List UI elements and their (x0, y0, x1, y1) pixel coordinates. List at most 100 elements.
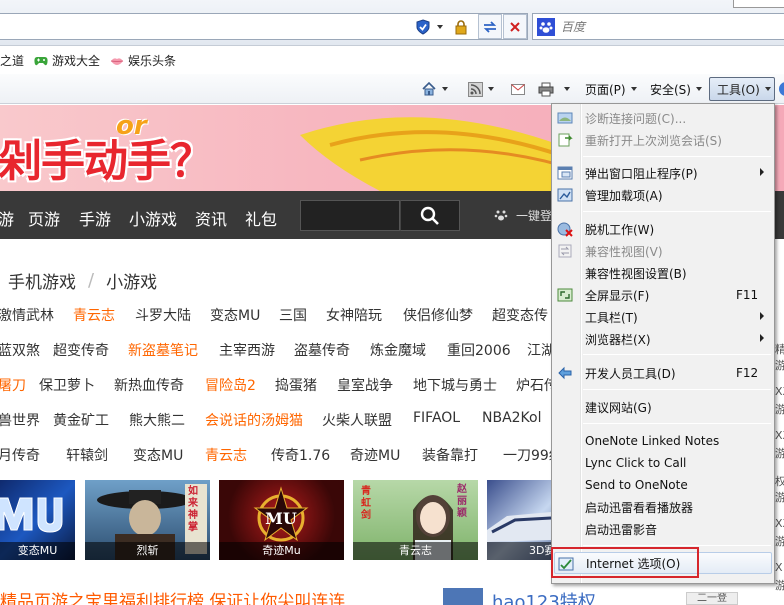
site-search-input[interactable] (300, 200, 400, 231)
game-link[interactable]: 超变态传 (492, 305, 548, 325)
game-thumb[interactable]: MU 奇迹Mu (219, 480, 344, 560)
game-link[interactable]: 皇室战争 (337, 375, 393, 395)
menu-item-lync-call[interactable]: Lync Click to Call (554, 452, 772, 474)
game-link[interactable]: 激情武林 (0, 305, 54, 325)
game-link[interactable]: 轩辕剑 (66, 445, 108, 465)
menu-item-label: 启动迅雷看看播放器 (585, 500, 694, 515)
menu-item-manage-addons[interactable]: 管理加载项(A) (554, 184, 772, 206)
game-link[interactable]: 青云志 (205, 445, 247, 465)
game-link[interactable]: 屠刀 (0, 375, 26, 395)
game-link[interactable]: 装备靠打 (422, 445, 478, 465)
menu-item-xunlei-player[interactable]: 启动迅雷看看播放器 (554, 496, 772, 518)
edge-text: 游 (775, 535, 784, 548)
game-link[interactable]: 炼金魔域 (370, 340, 426, 360)
help-button[interactable] (778, 78, 784, 100)
search-input[interactable]: 百度 (532, 13, 784, 40)
game-link[interactable]: 熊大熊二 (129, 410, 185, 430)
game-link[interactable]: 侠侣修仙梦 (403, 305, 473, 325)
window-close-button[interactable] (733, 0, 784, 8)
game-link[interactable]: FIFAOL (413, 410, 460, 426)
site-search-button[interactable] (400, 200, 460, 231)
hao123-button[interactable]: 二一登 (686, 592, 738, 605)
home-button[interactable] (421, 78, 448, 100)
game-link[interactable]: 捣蛋猪 (275, 375, 317, 395)
lock-icon[interactable] (451, 14, 471, 39)
game-link[interactable]: 会说话的汤姆猫 (205, 410, 303, 430)
menu-item-popup-blocker[interactable]: 弹出窗口阻止程序(P) (554, 162, 772, 184)
game-thumb[interactable]: 变态MU (0, 480, 75, 560)
nav-item[interactable]: 资讯 (195, 206, 227, 230)
nav-item[interactable]: 游 (0, 206, 14, 230)
tab-mini-games[interactable]: 小游戏 (106, 268, 157, 293)
compat-view-icon (558, 244, 572, 258)
game-link[interactable]: 变态MU (133, 445, 183, 465)
mail-button[interactable] (511, 78, 525, 100)
menu-item-label: 启动迅雷影音 (585, 522, 658, 537)
menu-item-compat-view[interactable]: 兼容性视图(V) (554, 240, 772, 262)
chevron-down-icon[interactable] (434, 14, 446, 39)
game-link[interactable]: 超变传奇 (53, 340, 109, 360)
menu-item-suggested-sites[interactable]: 建议网站(G) (554, 396, 772, 418)
menu-item-diagnose[interactable]: 诊断连接问题(C)... (554, 107, 772, 129)
game-link[interactable]: 蓝双煞 (0, 340, 40, 360)
game-link[interactable]: 新热血传奇 (114, 375, 184, 395)
favorite-link[interactable]: 娱乐头条 (110, 52, 176, 69)
game-thumb[interactable]: 如来神掌 烈斩 (85, 480, 210, 560)
favorite-link[interactable]: 游戏大全 (34, 52, 100, 69)
page-menu-button[interactable]: 页面(P) (585, 78, 637, 100)
game-link[interactable]: 传奇1.76 (271, 445, 330, 465)
game-link[interactable]: 奇迹MU (350, 445, 400, 465)
game-thumb[interactable]: 3D赛 (487, 480, 551, 560)
menu-item-reopen-session[interactable]: 重新打开上次浏览会话(S) (554, 129, 772, 151)
game-link[interactable]: 地下城与勇士 (413, 375, 497, 395)
menu-item-developer-tools[interactable]: 开发人员工具(D) F12 (554, 362, 772, 384)
edge-text: 游 (775, 447, 784, 460)
game-link[interactable]: 青云志 (73, 305, 115, 325)
stop-icon[interactable] (503, 14, 527, 39)
game-link[interactable]: 盗墓传奇 (294, 340, 350, 360)
nav-item[interactable]: 页游 (28, 206, 60, 230)
game-link[interactable]: 重回2006 (447, 340, 511, 360)
menu-separator (583, 423, 771, 424)
game-link[interactable]: 月传奇 (0, 445, 40, 465)
game-link[interactable]: 火柴人联盟 (322, 410, 392, 430)
game-link[interactable]: 黄金矿工 (53, 410, 109, 430)
game-link[interactable]: 女神陪玩 (326, 305, 382, 325)
tools-menu-button[interactable]: 工具(O) (709, 77, 775, 101)
menu-item-fullscreen[interactable]: 全屏显示(F) F11 (554, 284, 772, 306)
menu-item-explorer-bars[interactable]: 浏览器栏(X) (554, 328, 772, 350)
game-thumb[interactable]: 青虹剑 赵丽颖 青云志 (353, 480, 478, 560)
shield-icon[interactable] (412, 14, 434, 39)
menu-item-xunlei-video[interactable]: 启动迅雷影音 (554, 518, 772, 540)
print-button[interactable] (538, 78, 570, 100)
game-link[interactable]: 主宰西游 (219, 340, 275, 360)
game-link[interactable]: 变态MU (210, 305, 260, 325)
tools-dropdown-menu: 诊断连接问题(C)... 重新打开上次浏览会话(S) 弹出窗口阻止程序(P) 管… (551, 103, 775, 584)
menu-item-toolbars[interactable]: 工具栏(T) (554, 306, 772, 328)
game-link[interactable]: 新盗墓笔记 (128, 340, 198, 360)
hao123-title[interactable]: hao123特权 (492, 588, 596, 605)
addons-icon (557, 188, 573, 202)
tab-mobile-games[interactable]: 手机游戏 (8, 268, 76, 293)
game-link[interactable]: 三国 (279, 305, 307, 325)
game-link[interactable]: 冒险岛2 (205, 375, 256, 395)
login-link[interactable]: 一键登 (516, 207, 552, 224)
game-link[interactable]: 兽世界 (0, 410, 40, 430)
compat-refresh-icon[interactable] (478, 14, 502, 39)
game-link[interactable]: 保卫萝卜 (39, 375, 95, 395)
nav-item[interactable]: 手游 (79, 206, 111, 230)
game-link[interactable]: 斗罗大陆 (135, 305, 191, 325)
promo-headline[interactable]: 精品页游之宝里福利排行榜 保证让你尖叫连连 (0, 587, 345, 605)
menu-item-send-onenote[interactable]: Send to OneNote (554, 474, 772, 496)
safety-menu-button[interactable]: 安全(S) (650, 78, 702, 100)
nav-item[interactable]: 礼包 (245, 206, 277, 230)
menu-item-work-offline[interactable]: 脱机工作(W) (554, 218, 772, 240)
address-field[interactable] (0, 13, 528, 40)
menu-item-compat-settings[interactable]: 兼容性视图设置(B) (554, 262, 772, 284)
feeds-button[interactable] (468, 78, 494, 100)
nav-item[interactable]: 小游戏 (129, 206, 177, 230)
favorite-link[interactable]: 之道 (0, 52, 24, 69)
printer-icon (538, 82, 554, 96)
game-link[interactable]: NBA2Kol (482, 410, 542, 426)
menu-item-onenote-linked[interactable]: OneNote Linked Notes (554, 430, 772, 452)
